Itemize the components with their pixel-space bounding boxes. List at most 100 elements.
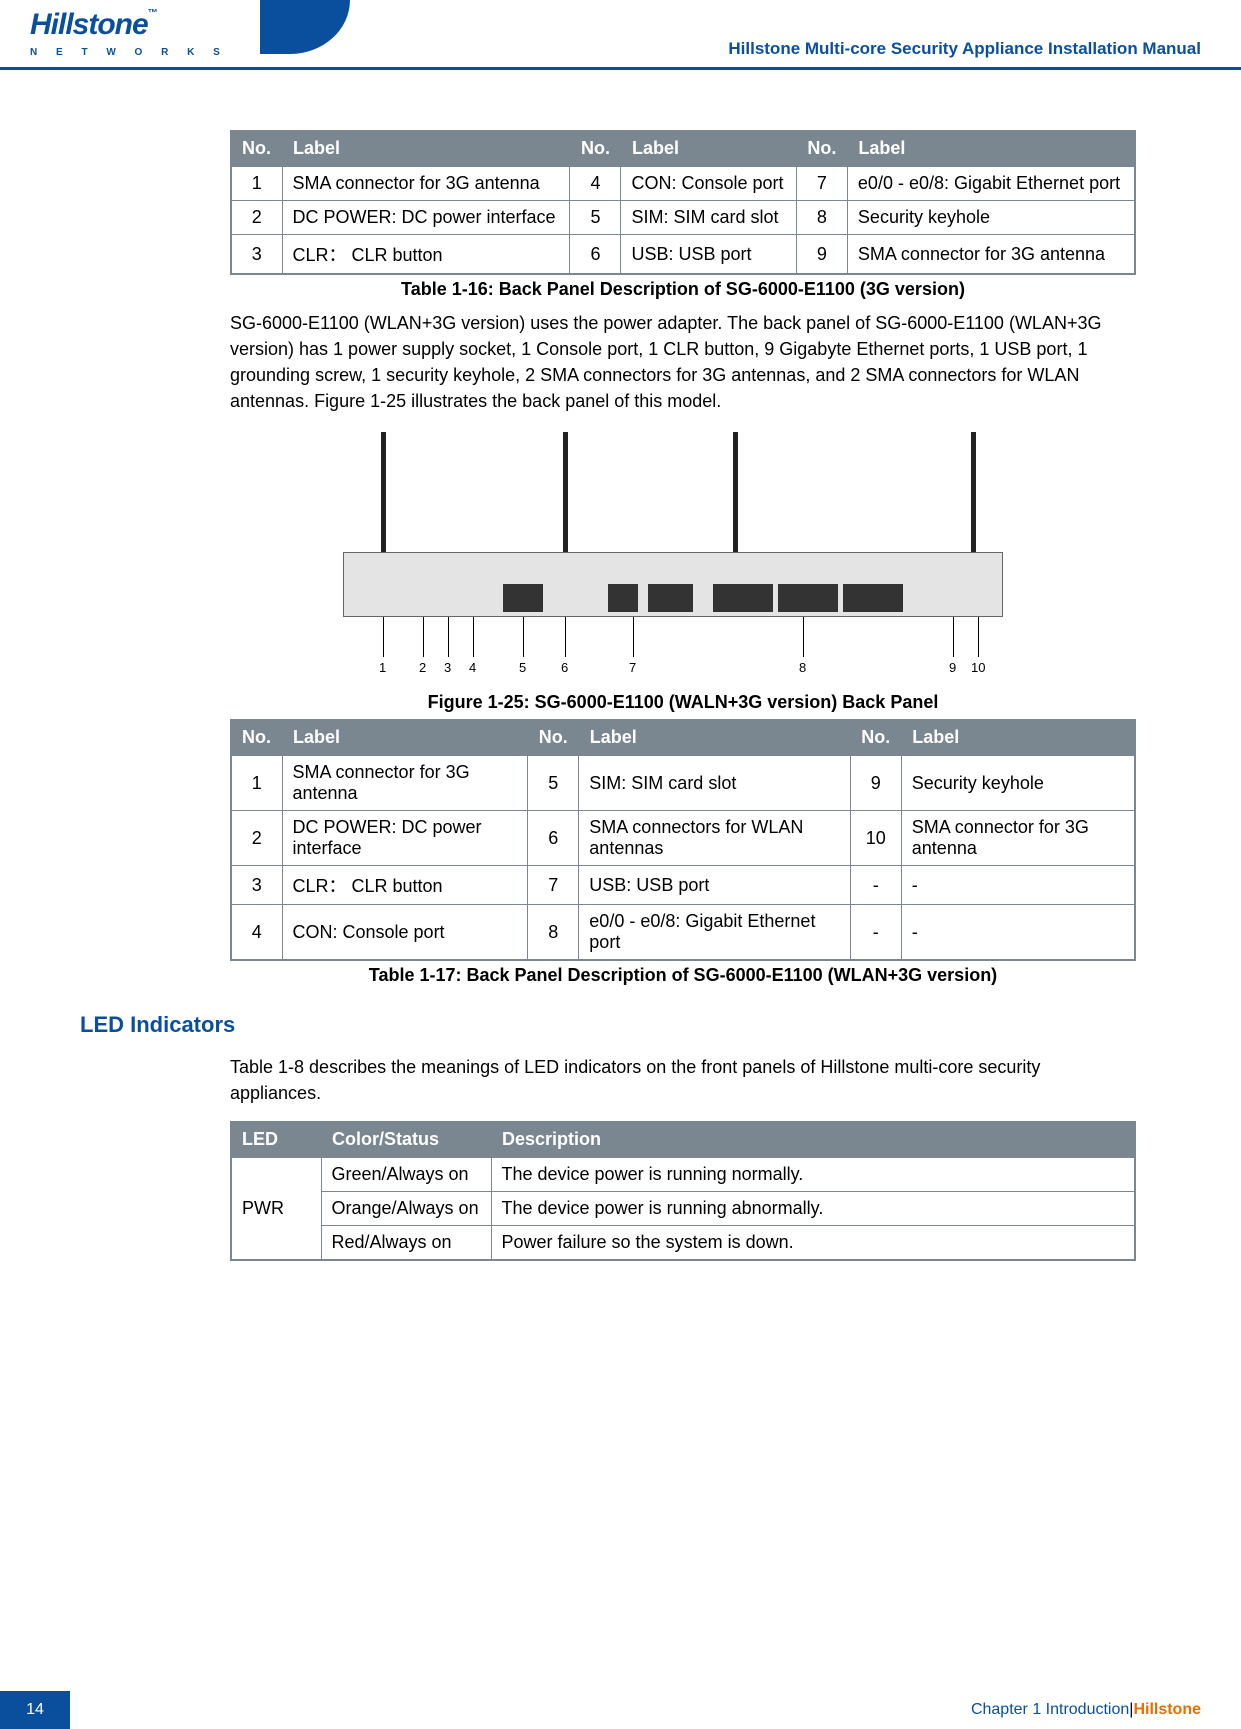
cell-label: SMA connector for 3G antenna — [901, 811, 1135, 866]
callout-num: 2 — [419, 660, 426, 675]
callout-num: 1 — [379, 660, 386, 675]
cell-description: The device power is running normally. — [491, 1157, 1135, 1192]
table-row: 2 DC POWER: DC power interface 5 SIM: SI… — [231, 201, 1135, 235]
callout-line — [423, 617, 424, 657]
footer-brand: Hillstone — [1133, 1701, 1201, 1719]
figure-1-25-caption: Figure 1-25: SG-6000-E1100 (WALN+3G vers… — [230, 692, 1136, 713]
cell-description: The device power is running abnormally. — [491, 1191, 1135, 1225]
table-led: LED Color/Status Description PWR Green/A… — [230, 1121, 1136, 1261]
device-illustration: 1 2 3 4 5 6 7 8 9 10 — [343, 432, 1023, 682]
callout-line — [978, 617, 979, 657]
cell-no: 2 — [231, 201, 282, 235]
cell-no: - — [850, 905, 901, 961]
cell-label: USB: USB port — [621, 235, 796, 275]
cell-label: CON: Console port — [282, 905, 528, 961]
cell-no: 5 — [570, 201, 621, 235]
table-1-16: No. Label No. Label No. Label 1 SMA conn… — [230, 130, 1136, 275]
cell-label: CLR： CLR button — [282, 866, 528, 905]
th-led: LED — [231, 1122, 321, 1157]
cell-no: 7 — [528, 866, 579, 905]
cell-no: 1 — [231, 755, 282, 811]
cell-no: 7 — [796, 166, 847, 201]
main-content: No. Label No. Label No. Label 1 SMA conn… — [230, 130, 1136, 1261]
th-color-status: Color/Status — [321, 1122, 491, 1157]
cell-description: Power failure so the system is down. — [491, 1225, 1135, 1260]
figure-1-25: 1 2 3 4 5 6 7 8 9 10 — [343, 432, 1023, 682]
cell-label: CLR： CLR button — [282, 235, 570, 275]
cell-no: 1 — [231, 166, 282, 201]
th-no: No. — [231, 720, 282, 755]
cell-no: 2 — [231, 811, 282, 866]
port-block — [608, 584, 638, 612]
cell-no: 8 — [796, 201, 847, 235]
cell-no: 8 — [528, 905, 579, 961]
cell-no: 6 — [528, 811, 579, 866]
footer-text: Chapter 1 Introduction | Hillstone — [70, 1691, 1241, 1729]
cell-no: - — [850, 866, 901, 905]
cell-label: Security keyhole — [847, 201, 1135, 235]
cell-color-status: Orange/Always on — [321, 1191, 491, 1225]
th-no: No. — [231, 131, 282, 166]
th-label: Label — [901, 720, 1135, 755]
callout-line — [383, 617, 384, 657]
brand-sub: N E T W O R K S — [30, 47, 228, 58]
callout-line — [448, 617, 449, 657]
th-label: Label — [579, 720, 850, 755]
cell-no: 3 — [231, 866, 282, 905]
table-header-row: No. Label No. Label No. Label — [231, 720, 1135, 755]
callout-num: 9 — [949, 660, 956, 675]
cell-led: PWR — [231, 1157, 321, 1260]
callout-line — [473, 617, 474, 657]
table-row: 3 CLR： CLR button 7 USB: USB port - - — [231, 866, 1135, 905]
cell-no: 9 — [796, 235, 847, 275]
port-block — [503, 584, 543, 612]
th-label: Label — [282, 720, 528, 755]
th-no: No. — [850, 720, 901, 755]
callout-num: 5 — [519, 660, 526, 675]
callout-line — [953, 617, 954, 657]
th-label: Label — [847, 131, 1135, 166]
tm-mark: ™ — [148, 8, 158, 19]
callout-num: 4 — [469, 660, 476, 675]
table-row: 1 SMA connector for 3G antenna 4 CON: Co… — [231, 166, 1135, 201]
page-footer: 14 Chapter 1 Introduction | Hillstone — [0, 1691, 1241, 1729]
th-label: Label — [282, 131, 570, 166]
cell-label: - — [901, 866, 1135, 905]
cell-no: 6 — [570, 235, 621, 275]
callout-line — [523, 617, 524, 657]
table-header-row: LED Color/Status Description — [231, 1122, 1135, 1157]
cell-no: 4 — [570, 166, 621, 201]
table-row: Red/Always on Power failure so the syste… — [231, 1225, 1135, 1260]
cell-no: 9 — [850, 755, 901, 811]
cell-label: SMA connector for 3G antenna — [282, 166, 570, 201]
table-row: 2 DC POWER: DC power interface 6 SMA con… — [231, 811, 1135, 866]
antenna-icon — [733, 432, 738, 557]
th-description: Description — [491, 1122, 1135, 1157]
cell-no: 5 — [528, 755, 579, 811]
antenna-icon — [971, 432, 976, 557]
paragraph-led-intro: Table 1-8 describes the meanings of LED … — [230, 1054, 1136, 1106]
port-block — [713, 584, 773, 612]
cell-label: SMA connector for 3G antenna — [847, 235, 1135, 275]
antenna-icon — [563, 432, 568, 557]
callout-num: 10 — [971, 660, 985, 675]
port-block — [648, 584, 693, 612]
page-number: 14 — [0, 1691, 70, 1729]
th-no: No. — [570, 131, 621, 166]
table-row: Orange/Always on The device power is run… — [231, 1191, 1135, 1225]
brand-text: Hillstone — [30, 8, 148, 41]
table-header-row: No. Label No. Label No. Label — [231, 131, 1135, 166]
cell-no: 10 — [850, 811, 901, 866]
table-1-16-caption: Table 1-16: Back Panel Description of SG… — [230, 279, 1136, 300]
antenna-icon — [381, 432, 386, 557]
cell-label: SIM: SIM card slot — [579, 755, 850, 811]
callout-num: 7 — [629, 660, 636, 675]
cell-color-status: Green/Always on — [321, 1157, 491, 1192]
table-row: PWR Green/Always on The device power is … — [231, 1157, 1135, 1192]
brand-logo: Hillstone™ N E T W O R K S — [30, 8, 228, 60]
th-no: No. — [796, 131, 847, 166]
cell-label: - — [901, 905, 1135, 961]
page-header: Hillstone™ N E T W O R K S Hillstone Mul… — [0, 0, 1241, 70]
cell-label: e0/0 - e0/8: Gigabit Ethernet port — [579, 905, 850, 961]
table-1-17: No. Label No. Label No. Label 1 SMA conn… — [230, 719, 1136, 961]
